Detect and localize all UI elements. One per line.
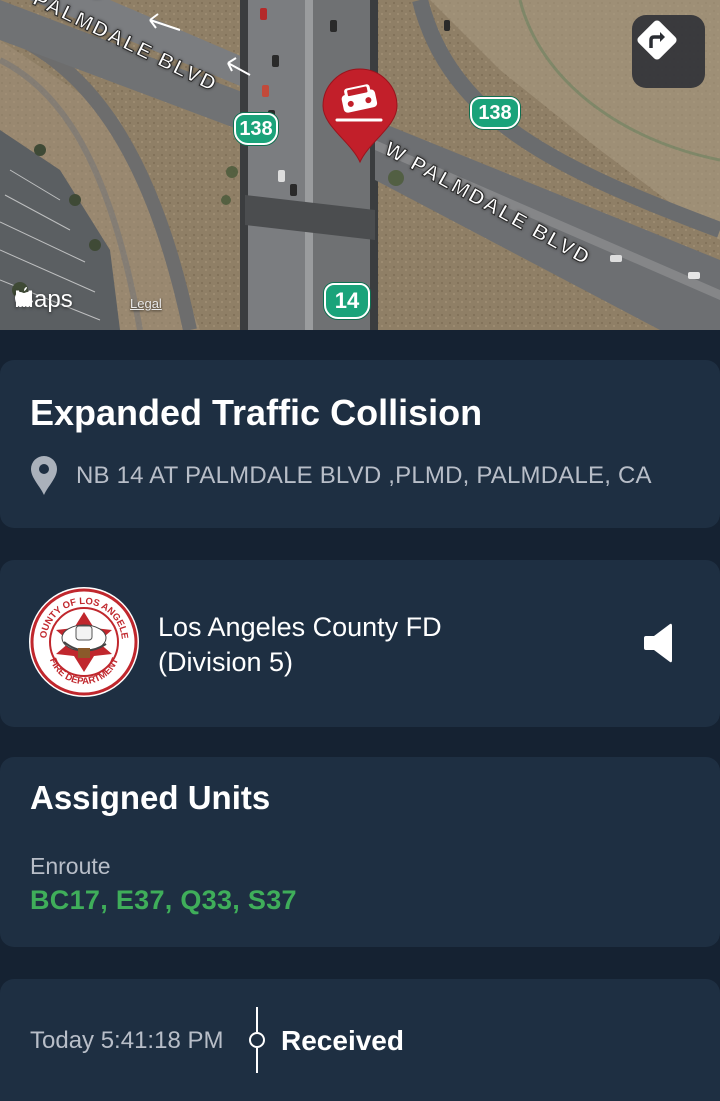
legal-link[interactable]: Legal: [130, 296, 162, 311]
incident-pin[interactable]: [321, 68, 399, 164]
agency-name: Los Angeles County FD (Division 5): [158, 610, 442, 680]
incident-summary-card: Expanded Traffic Collision NB 14 AT PALM…: [0, 360, 720, 528]
route-shield-14: 14: [324, 283, 370, 319]
incident-map[interactable]: PALMDALE BLVD W PALMDALE BLVD D 138 138 …: [0, 0, 720, 330]
car-crash-icon: [322, 68, 398, 164]
apple-logo-icon: [15, 287, 33, 307]
location-pin-icon: [31, 456, 57, 495]
units-list: BC17, E37, Q33, S37: [30, 885, 297, 915]
apple-maps-attribution[interactable]: Maps: [14, 286, 73, 314]
la-county-fire-seal: COUNTY OF LOS ANGELES FIRE DEPARTMENT: [28, 586, 139, 697]
road-label-cut: D: [92, 0, 107, 3]
incident-title: Expanded Traffic Collision: [30, 392, 483, 433]
incident-location: NB 14 AT PALMDALE BLVD ,PLMD, PALMDALE, …: [76, 462, 652, 489]
agency-name-line1: Los Angeles County FD: [158, 612, 442, 642]
timeline-card: Today 5:41:18 PM Received: [0, 979, 720, 1101]
route-shield-138-right: 138: [470, 97, 520, 129]
agency-card: COUNTY OF LOS ANGELES FIRE DEPARTMENT Lo…: [0, 560, 720, 727]
event-time: Today 5:41:18 PM: [30, 1027, 224, 1054]
timeline-node-icon: [249, 1007, 265, 1073]
incident-detail-screen: PALMDALE BLVD W PALMDALE BLVD D 138 138 …: [0, 0, 720, 1101]
assigned-units-card: Assigned Units Enroute BC17, E37, Q33, S…: [0, 757, 720, 947]
route-shield-138-left: 138: [234, 113, 278, 145]
satellite-imagery: [0, 0, 720, 330]
incident-location-row: NB 14 AT PALMDALE BLVD ,PLMD, PALMDALE, …: [30, 456, 652, 496]
speaker-icon[interactable]: [644, 622, 674, 664]
assigned-units-heading: Assigned Units: [30, 779, 271, 816]
directions-icon: [637, 20, 677, 60]
directions-button[interactable]: [632, 15, 705, 88]
event-label: Received: [281, 1025, 404, 1056]
agency-name-line2: (Division 5): [158, 647, 294, 677]
units-status-label: Enroute: [30, 853, 111, 879]
